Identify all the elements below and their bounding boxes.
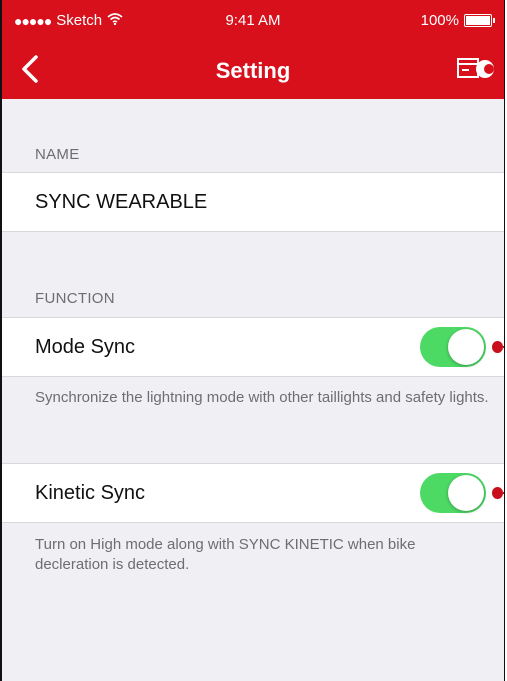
mode-sync-description: Synchronize the lightning mode with othe… — [35, 389, 489, 406]
mode-sync-toggle[interactable] — [420, 327, 486, 367]
page-title: Setting — [215, 58, 291, 83]
device-icon — [457, 58, 494, 78]
battery-percent: 100% — [420, 12, 459, 29]
mode-sync-row: Mode Sync — [2, 317, 504, 377]
toggle-knob — [448, 329, 484, 365]
annotation-marker — [492, 485, 504, 501]
kinetic-sync-description: Turn on High mode along with SYNC KINETI… — [35, 536, 416, 573]
device-button[interactable] — [456, 56, 496, 82]
status-bar: ●●●●● Sketch 9:41 AM 100% — [2, 0, 504, 40]
battery-info: 100% — [420, 12, 495, 29]
app-screen: ●●●●● Sketch 9:41 AM 100% Setting NAME S… — [0, 0, 505, 681]
kinetic-sync-row: Kinetic Sync — [2, 463, 504, 523]
annotation-marker — [492, 339, 504, 355]
section-label-function: FUNCTION — [35, 290, 115, 307]
section-label-name: NAME — [35, 146, 80, 163]
nav-bar: Setting — [2, 40, 504, 99]
device-name: SYNC WEARABLE — [35, 191, 208, 213]
kinetic-sync-toggle[interactable] — [420, 473, 486, 513]
kinetic-sync-label: Kinetic Sync — [35, 482, 146, 504]
header: ●●●●● Sketch 9:41 AM 100% Setting — [2, 0, 504, 99]
toggle-knob — [448, 475, 484, 511]
mode-sync-label: Mode Sync — [35, 336, 136, 358]
name-cell[interactable]: SYNC WEARABLE — [2, 172, 504, 232]
battery-icon — [464, 14, 495, 27]
